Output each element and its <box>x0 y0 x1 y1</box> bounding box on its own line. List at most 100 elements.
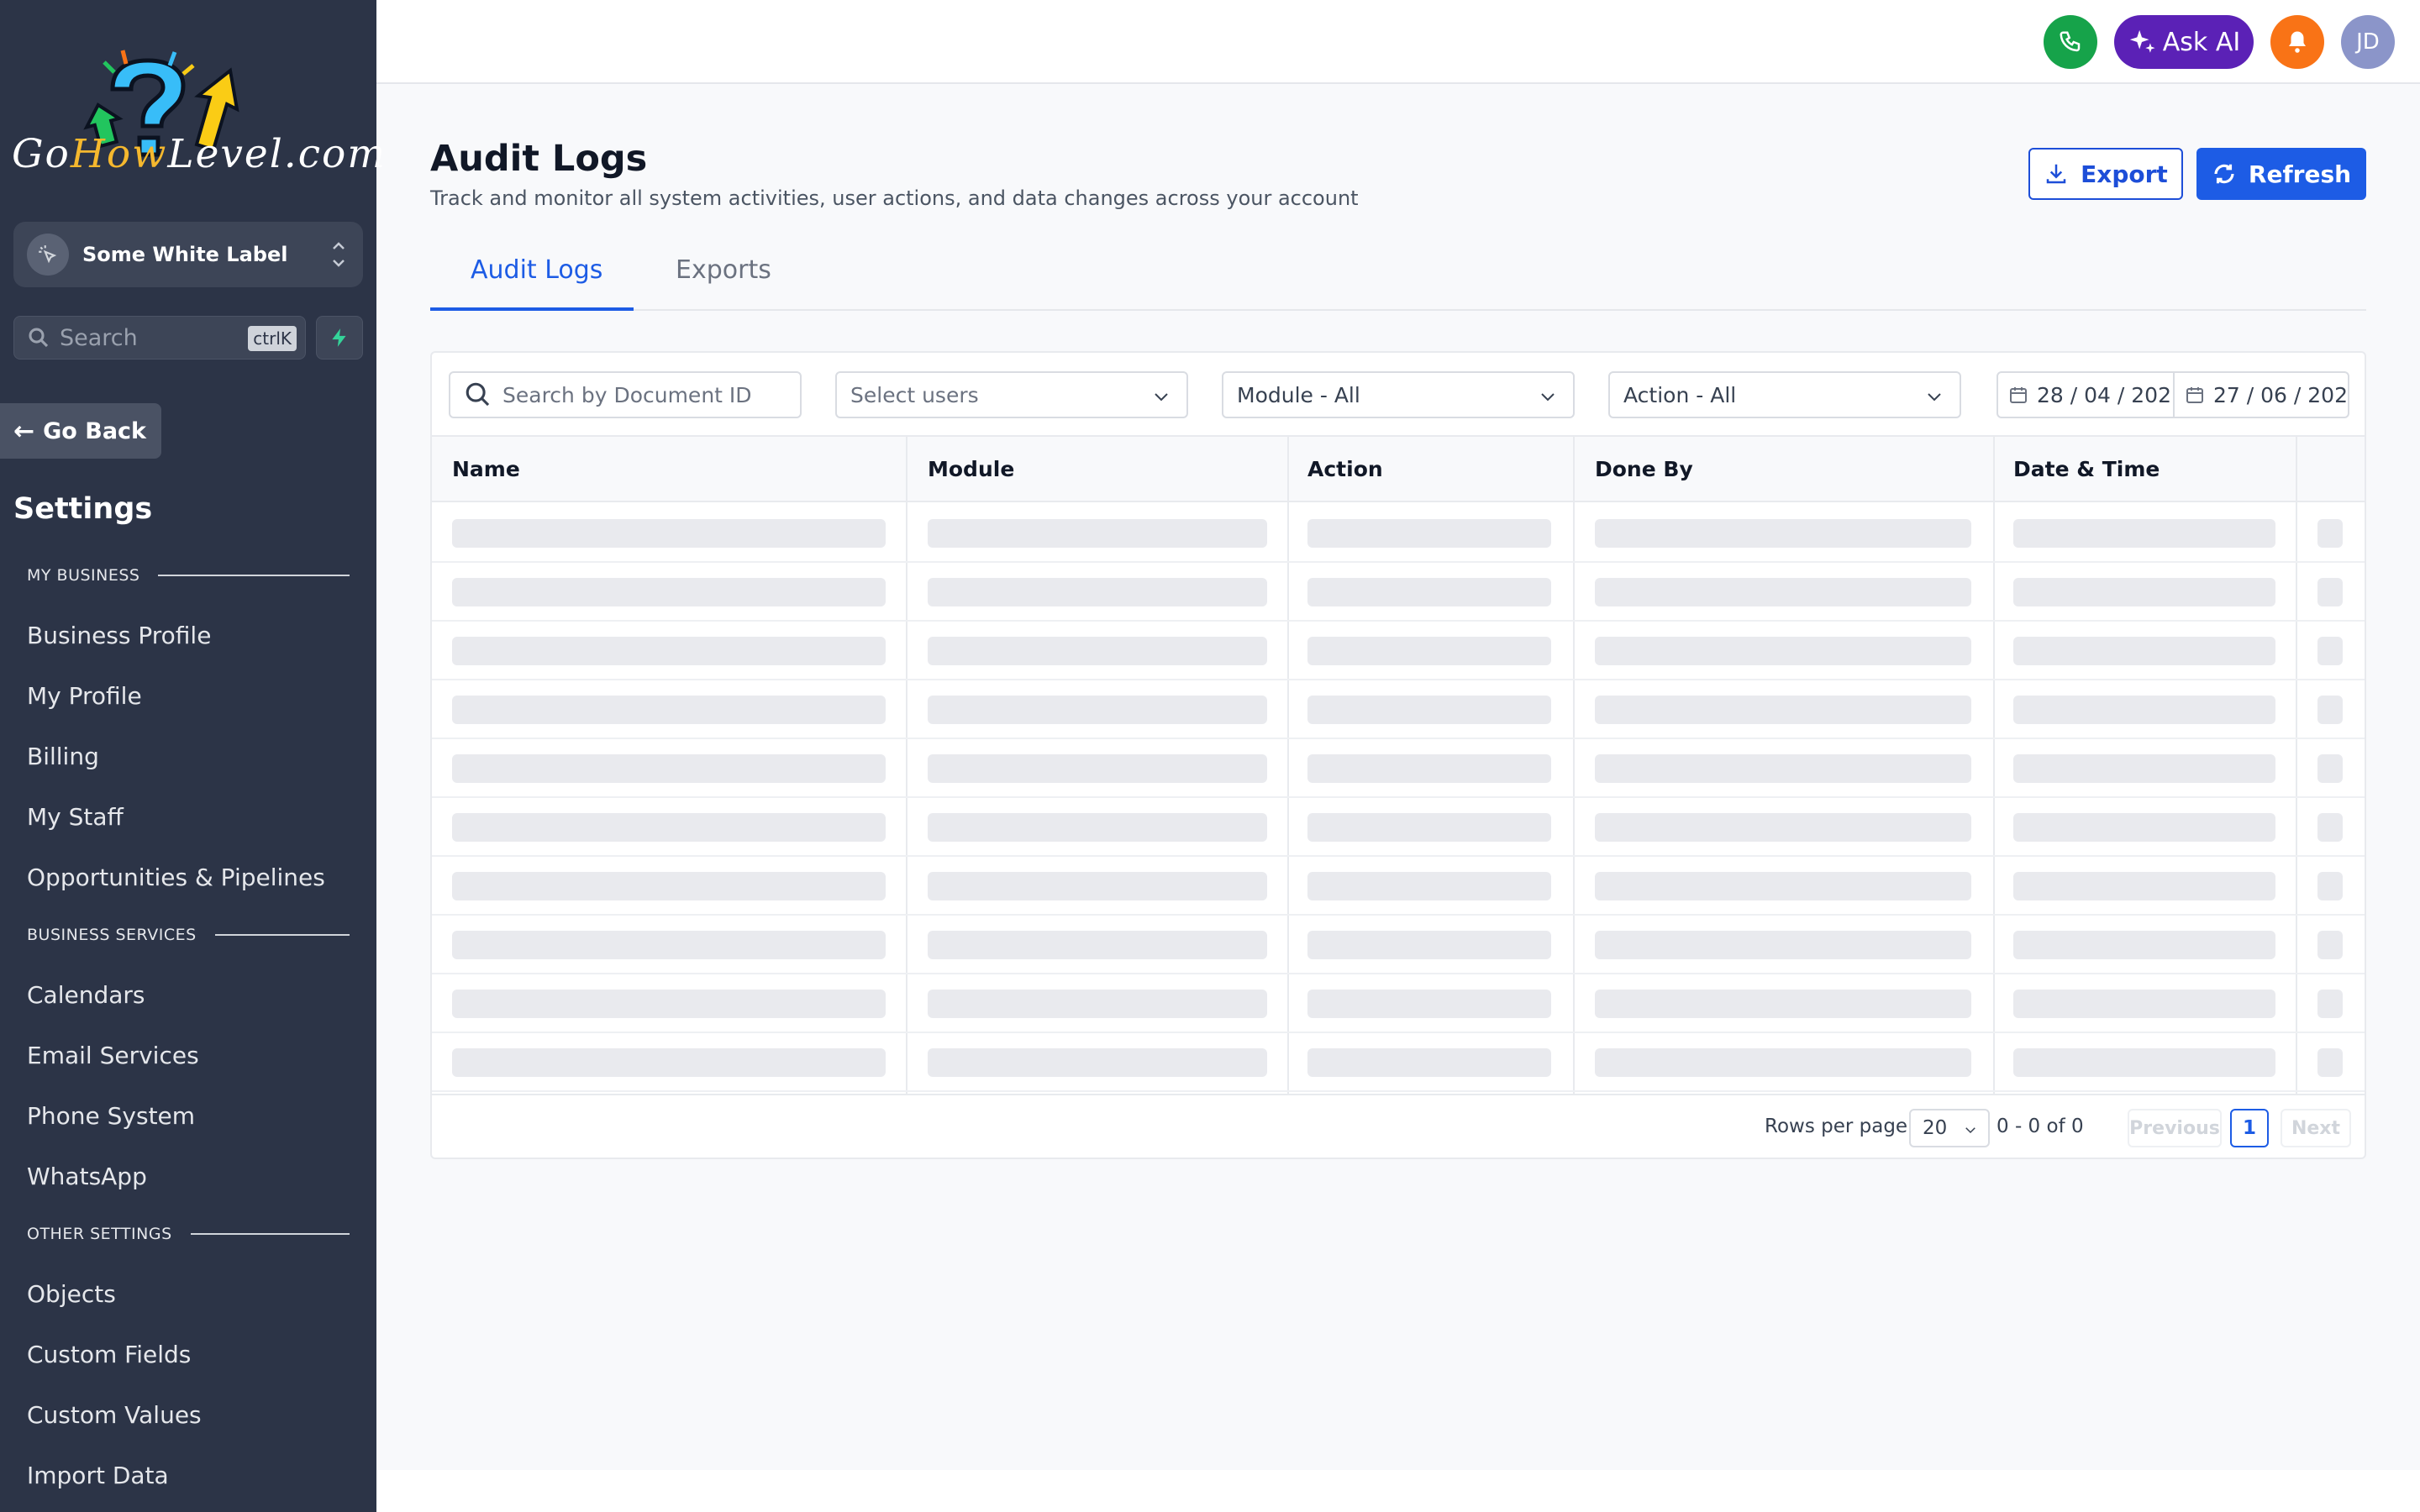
loading-skeleton-cell <box>2013 519 2275 548</box>
export-button[interactable]: Export <box>2028 148 2183 200</box>
active-tab-indicator <box>430 307 634 311</box>
next-page-button[interactable]: Next <box>2281 1109 2351 1147</box>
workspace-label: Some White Label <box>82 243 288 266</box>
loading-skeleton-cell <box>1307 519 1551 548</box>
column-header-action[interactable]: Action <box>1307 457 1383 481</box>
table-row <box>432 622 2365 680</box>
sidebar-item-opportunities[interactable]: Opportunities & Pipelines <box>27 864 325 891</box>
loading-skeleton-cell <box>1595 990 1971 1018</box>
tab-bar: Audit Logs Exports <box>430 249 2366 311</box>
table-row <box>432 1033 2365 1092</box>
date-from-field[interactable]: 28 / 04 / 202 <box>1998 373 2175 417</box>
arrow-left-icon: ← <box>13 416 35 446</box>
previous-page-button[interactable]: Previous <box>2128 1109 2222 1147</box>
table-header: Name Module Action Done By Date & Time <box>432 435 2365 502</box>
section-title: BUSINESS SERVICES <box>27 926 197 944</box>
loading-skeleton-cell <box>452 872 886 900</box>
users-select-placeholder: Select users <box>850 382 979 407</box>
sidebar-item-objects[interactable]: Objects <box>27 1280 116 1308</box>
section-title: OTHER SETTINGS <box>27 1225 172 1243</box>
loading-skeleton-cell <box>928 1048 1267 1077</box>
sidebar-item-whatsapp[interactable]: WhatsApp <box>27 1163 147 1190</box>
loading-skeleton-cell <box>1307 872 1551 900</box>
page-number-button[interactable]: 1 <box>2230 1109 2269 1147</box>
avatar[interactable]: JD <box>2341 15 2395 69</box>
sidebar-item-phone-system[interactable]: Phone System <box>27 1102 195 1130</box>
loading-skeleton-cell <box>2013 872 2275 900</box>
sidebar-item-my-staff[interactable]: My Staff <box>27 803 124 831</box>
column-header-date-time[interactable]: Date & Time <box>2013 457 2160 481</box>
export-label: Export <box>2081 160 2168 188</box>
sidebar-search-input[interactable]: Search ctrlK <box>13 316 306 360</box>
sidebar-item-billing[interactable]: Billing <box>27 743 99 770</box>
loading-skeleton-cell <box>2317 813 2343 842</box>
column-header-name[interactable]: Name <box>452 457 520 481</box>
loading-skeleton-cell <box>2013 637 2275 665</box>
page-subtitle: Track and monitor all system activities,… <box>430 186 1359 210</box>
loading-skeleton-cell <box>2013 1048 2275 1077</box>
section-title: MY BUSINESS <box>27 566 140 585</box>
brand-part: How <box>70 131 168 177</box>
date-to-value: 27 / 06 / 202 <box>2213 382 2348 407</box>
loading-skeleton-cell <box>2317 578 2343 606</box>
phone-button[interactable] <box>2044 15 2097 69</box>
loading-skeleton-cell <box>1595 1048 1971 1077</box>
divider <box>214 934 350 936</box>
sidebar-item-custom-values[interactable]: Custom Values <box>27 1401 202 1429</box>
section-header: OTHER SETTINGS <box>27 1225 350 1243</box>
module-select[interactable]: Module - All <box>1222 371 1575 418</box>
loading-skeleton-cell <box>1595 931 1971 959</box>
loading-skeleton-cell <box>452 1048 886 1077</box>
refresh-button[interactable]: Refresh <box>2196 148 2366 200</box>
sidebar-item-custom-fields[interactable]: Custom Fields <box>27 1341 191 1368</box>
brand-wordmark: GoHowLevel.com <box>12 131 385 177</box>
date-range-picker[interactable]: 28 / 04 / 202 27 / 06 / 202 <box>1996 371 2349 418</box>
sidebar-item-business-profile[interactable]: Business Profile <box>27 622 211 649</box>
search-placeholder: Search by Document ID <box>502 382 752 407</box>
refresh-label: Refresh <box>2248 160 2352 188</box>
document-id-search-input[interactable]: Search by Document ID <box>449 371 802 418</box>
calendar-icon <box>2010 387 2027 403</box>
ask-ai-button[interactable]: Ask AI <box>2114 15 2254 69</box>
quick-actions-button[interactable] <box>316 316 363 360</box>
sparkle-icon <box>2129 29 2155 53</box>
download-icon <box>2046 164 2066 184</box>
rows-per-page-select[interactable]: 20 <box>1909 1109 1990 1147</box>
workspace-switcher[interactable]: Some White Label <box>13 222 363 287</box>
table-row <box>432 680 2365 739</box>
sidebar-item-calendars[interactable]: Calendars <box>27 981 145 1009</box>
loading-skeleton-cell <box>928 872 1267 900</box>
tab-audit-logs[interactable]: Audit Logs <box>471 255 602 285</box>
section-header: BUSINESS SERVICES <box>27 926 350 944</box>
search-placeholder: Search <box>60 324 138 351</box>
table-row <box>432 739 2365 798</box>
date-to-field[interactable]: 27 / 06 / 202 <box>2175 373 2348 417</box>
sidebar-item-my-profile[interactable]: My Profile <box>27 682 142 710</box>
bell-icon <box>2289 31 2306 53</box>
users-select[interactable]: Select users <box>835 371 1188 418</box>
bottom-strip <box>376 1470 2420 1512</box>
column-header-done-by[interactable]: Done By <box>1595 457 1693 481</box>
sidebar-item-import-data[interactable]: Import Data <box>27 1462 169 1489</box>
sidebar-item-email-services[interactable]: Email Services <box>27 1042 199 1069</box>
column-header-module[interactable]: Module <box>928 457 1014 481</box>
loading-skeleton-cell <box>2013 990 2275 1018</box>
loading-skeleton-cell <box>452 637 886 665</box>
loading-skeleton-cell <box>452 696 886 724</box>
audit-log-card: Search by Document ID Select users Modul… <box>430 351 2366 1159</box>
loading-skeleton-cell <box>2317 519 2343 548</box>
loading-skeleton-cell <box>2317 637 2343 665</box>
date-from-value: 28 / 04 / 202 <box>2037 382 2171 407</box>
loading-skeleton-cell <box>2013 931 2275 959</box>
loading-skeleton-cell <box>2013 578 2275 606</box>
go-back-button[interactable]: ← Go Back <box>0 403 161 459</box>
loading-skeleton-cell <box>2317 696 2343 724</box>
notifications-button[interactable] <box>2270 15 2324 69</box>
go-back-label: Go Back <box>43 417 147 444</box>
loading-skeleton-cell <box>928 990 1267 1018</box>
chevron-down-icon <box>1541 393 1555 402</box>
loading-skeleton-cell <box>1307 1048 1551 1077</box>
action-select[interactable]: Action - All <box>1608 371 1961 418</box>
tab-exports[interactable]: Exports <box>676 255 771 285</box>
cursor-click-icon <box>27 234 69 276</box>
